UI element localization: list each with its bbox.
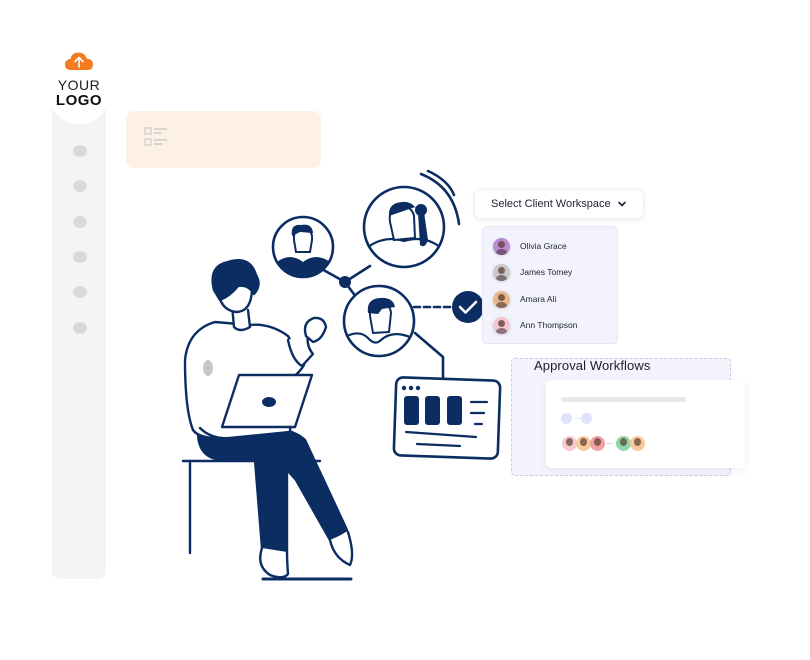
approver-avatar (630, 436, 645, 451)
client-name: James Tomey (520, 267, 573, 277)
client-item[interactable]: Olivia Grace (493, 235, 567, 257)
approver-avatar (616, 436, 631, 451)
avatar (493, 237, 510, 255)
avatar (493, 316, 510, 334)
workflow-step (581, 413, 592, 424)
approver-avatar (590, 436, 605, 451)
client-name: Ann Thompson (520, 320, 578, 330)
approval-workflow-card[interactable] (546, 380, 745, 468)
approver-avatar (562, 436, 577, 451)
client-item[interactable]: Amara Ali (493, 288, 556, 310)
approval-workflows-title: Approval Workflows (534, 358, 651, 373)
shadow-detail (203, 360, 213, 376)
team-member-circle-middle (342, 284, 416, 358)
avatar (493, 290, 510, 308)
chevron-down-icon (618, 201, 626, 207)
network-node (339, 276, 351, 288)
team-network-illustration (181, 169, 502, 581)
client-name: Amara Ali (520, 294, 557, 304)
placeholder-bar (561, 397, 686, 402)
client-name: Olivia Grace (520, 241, 567, 251)
check-badge-icon (452, 291, 484, 323)
signal-arc-icon (426, 169, 456, 197)
network-line (413, 331, 445, 380)
workflow-step (561, 413, 572, 424)
select-label: Select Client Workspace (491, 198, 611, 210)
team-member-circle-top (362, 185, 446, 269)
approver-avatar (576, 436, 591, 451)
approver-separator (606, 443, 613, 444)
avatar (493, 263, 510, 281)
dashboard-board-icon (392, 376, 502, 460)
person-with-laptop (181, 258, 354, 581)
client-workspace-select[interactable]: Select Client Workspace (474, 189, 644, 219)
client-item[interactable]: Ann Thompson (493, 314, 578, 336)
client-item[interactable]: James Tomey (493, 261, 572, 283)
team-member-circle-left (271, 215, 335, 279)
client-list: Olivia Grace James Tomey Amara Ali Ann T… (482, 226, 618, 344)
